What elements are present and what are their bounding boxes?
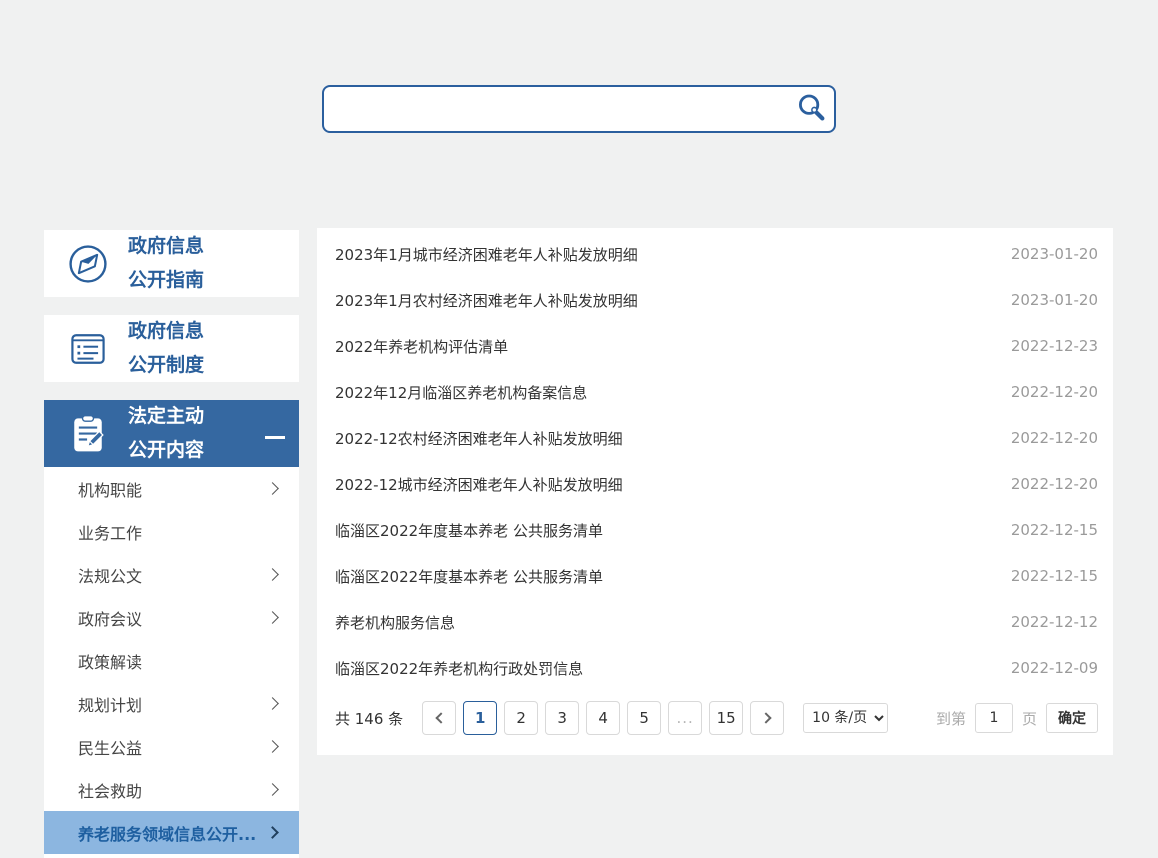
chevron-right-icon <box>266 611 279 624</box>
chevron-right-icon <box>266 783 279 796</box>
sidebar-item-2[interactable]: 法规公文 <box>44 553 299 596</box>
sidebar-item-label: 规划计划 <box>78 692 142 716</box>
list-item[interactable]: 2022年养老机构评估清单 2022-12-23 <box>317 323 1113 369</box>
sidebar-item-4[interactable]: 政策解读 <box>44 639 299 682</box>
sidebar-item-7[interactable]: 社会救助 <box>44 768 299 811</box>
goto-suffix-label: 页 <box>1022 708 1037 729</box>
card-label-line: 公开制度 <box>128 349 285 382</box>
sidebar-item-8[interactable]: 养老服务领域信息公开... <box>44 811 299 854</box>
list-item-date: 2022-12-20 <box>1011 383 1098 401</box>
sidebar-item-5[interactable]: 规划计划 <box>44 682 299 725</box>
sidebar-card-0[interactable]: 政府信息公开指南 <box>44 230 299 297</box>
sidebar-submenu: 机构职能业务工作法规公文政府会议政策解读规划计划民生公益社会救助养老服务领域信息… <box>44 467 299 858</box>
list-item[interactable]: 2022-12农村经济困难老年人补贴发放明细 2022-12-20 <box>317 415 1113 461</box>
sidebar-item-0[interactable]: 机构职能 <box>44 467 299 510</box>
goto-page: 到第 页 确定 <box>936 703 1098 733</box>
main-panel: 2023年1月城市经济困难老年人补贴发放明细2023-01-202023年1月农… <box>317 228 1113 755</box>
card-label-line: 政府信息 <box>128 315 285 348</box>
chevron-right-icon <box>266 568 279 581</box>
search-icon <box>794 91 828 128</box>
list-item-title[interactable]: 临淄区2022年度基本养老 公共服务清单 <box>335 520 603 541</box>
list-item[interactable]: 2022-12城市经济困难老年人补贴发放明细 2022-12-20 <box>317 461 1113 507</box>
list-item-date: 2022-12-15 <box>1011 567 1098 585</box>
confirm-button[interactable]: 确定 <box>1046 703 1098 733</box>
sidebar-card-2[interactable]: 法定主动公开内容 <box>44 400 299 467</box>
clipboard-icon <box>66 412 110 456</box>
card-label-line: 法定主动 <box>128 400 265 433</box>
list-item-date: 2022-12-09 <box>1011 659 1098 677</box>
card-label-line: 公开指南 <box>128 264 285 297</box>
sidebar-item-label: 社会救助 <box>78 778 142 802</box>
chevron-left-icon <box>435 712 446 723</box>
list-item-date: 2022-12-15 <box>1011 521 1098 539</box>
page-button-15[interactable]: 15 <box>709 701 743 735</box>
sidebar-item-label: 政府会议 <box>78 606 142 630</box>
sidebar-item-label: 政策解读 <box>78 649 142 673</box>
list-item[interactable]: 养老机构服务信息 2022-12-12 <box>317 599 1113 645</box>
sidebar-item-6[interactable]: 民生公益 <box>44 725 299 768</box>
list-item-title[interactable]: 2022年12月临淄区养老机构备案信息 <box>335 382 587 403</box>
sidebar-item-1[interactable]: 业务工作 <box>44 510 299 553</box>
total-count: 共 146 条 <box>335 708 403 729</box>
list-item[interactable]: 临淄区2022年度基本养老 公共服务清单 2022-12-15 <box>317 507 1113 553</box>
card-label-line: 公开内容 <box>128 434 265 467</box>
page-ellipsis-button[interactable]: ... <box>668 701 702 735</box>
goto-page-input[interactable] <box>975 703 1013 733</box>
page-button-3[interactable]: 3 <box>545 701 579 735</box>
search-button[interactable] <box>788 87 834 131</box>
page-button-2[interactable]: 2 <box>504 701 538 735</box>
page-size-select[interactable]: 10 条/页 <box>803 703 888 733</box>
sidebar-item-label: 业务工作 <box>78 520 142 544</box>
chevron-right-icon <box>266 740 279 753</box>
search-input[interactable] <box>324 87 788 131</box>
search-box <box>322 85 836 133</box>
page-button-5[interactable]: 5 <box>627 701 661 735</box>
list-item-date: 2022-12-23 <box>1011 337 1098 355</box>
sidebar-item-label: 民生公益 <box>78 735 142 759</box>
list-item-date: 2022-12-12 <box>1011 613 1098 631</box>
list-item-date: 2022-12-20 <box>1011 429 1098 447</box>
sidebar: 政府信息公开指南政府信息公开制度法定主动公开内容 机构职能业务工作法规公文政府会… <box>44 230 299 858</box>
list-item-date: 2023-01-20 <box>1011 291 1098 309</box>
prev-page-button[interactable] <box>422 701 456 735</box>
sidebar-item-3[interactable]: 政府会议 <box>44 596 299 639</box>
next-page-button[interactable] <box>750 701 784 735</box>
chevron-right-icon <box>266 482 279 495</box>
pagination-bar: 共 146 条 12345...15 10 条/页 到第 页 确定 <box>317 691 1113 755</box>
list-item[interactable]: 临淄区2022年度基本养老 公共服务清单 2022-12-15 <box>317 553 1113 599</box>
list-item[interactable]: 2022年12月临淄区养老机构备案信息 2022-12-20 <box>317 369 1113 415</box>
list-item-title[interactable]: 2023年1月城市经济困难老年人补贴发放明细 <box>335 244 638 265</box>
page-button-4[interactable]: 4 <box>586 701 620 735</box>
list-item-title[interactable]: 2023年1月农村经济困难老年人补贴发放明细 <box>335 290 638 311</box>
chevron-right-icon <box>760 712 771 723</box>
card-label-line: 政府信息 <box>128 230 285 263</box>
list-item[interactable]: 2023年1月城市经济困难老年人补贴发放明细 2023-01-20 <box>317 231 1113 277</box>
list-item[interactable]: 临淄区2022年养老机构行政处罚信息 2022-12-09 <box>317 645 1113 691</box>
list-item-title[interactable]: 2022-12城市经济困难老年人补贴发放明细 <box>335 474 623 495</box>
goto-prefix-label: 到第 <box>936 708 966 729</box>
list-item-date: 2022-12-20 <box>1011 475 1098 493</box>
document-icon <box>66 327 110 371</box>
sidebar-card-1[interactable]: 政府信息公开制度 <box>44 315 299 382</box>
sidebar-item-label: 法规公文 <box>78 563 142 587</box>
list-item-title[interactable]: 2022-12农村经济困难老年人补贴发放明细 <box>335 428 623 449</box>
list-item-title[interactable]: 临淄区2022年养老机构行政处罚信息 <box>335 658 583 679</box>
list-item[interactable]: 2023年1月农村经济困难老年人补贴发放明细 2023-01-20 <box>317 277 1113 323</box>
collapse-minus-icon[interactable] <box>265 436 285 439</box>
chevron-right-icon <box>266 826 279 839</box>
page-button-1[interactable]: 1 <box>463 701 497 735</box>
chevron-right-icon <box>266 697 279 710</box>
list-item-title[interactable]: 临淄区2022年度基本养老 公共服务清单 <box>335 566 603 587</box>
list-item-date: 2023-01-20 <box>1011 245 1098 263</box>
list-item-title[interactable]: 养老机构服务信息 <box>335 612 455 633</box>
compass-icon <box>66 242 110 286</box>
sidebar-item-label: 机构职能 <box>78 477 142 501</box>
sidebar-item-label: 养老服务领域信息公开... <box>78 821 256 845</box>
list-item-title[interactable]: 2022年养老机构评估清单 <box>335 336 508 357</box>
